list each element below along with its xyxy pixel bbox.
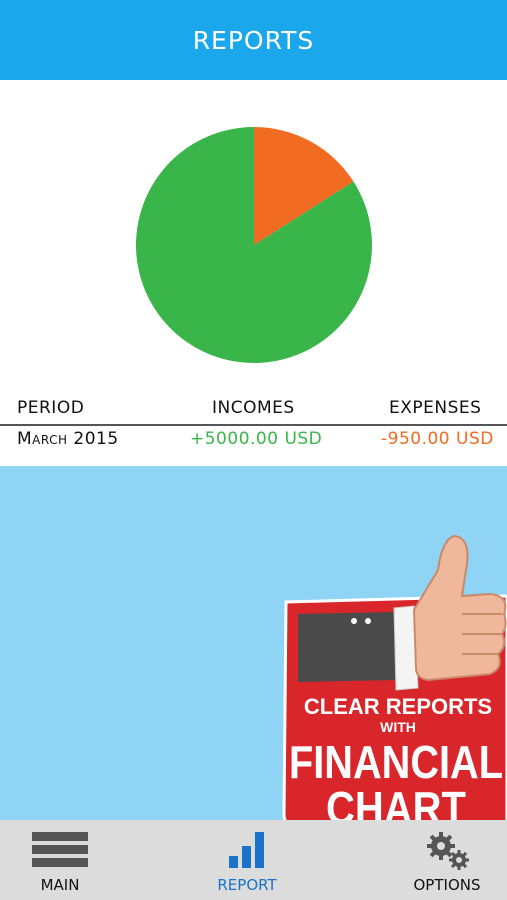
incomes-cell: +5000.00 USD [190, 429, 323, 449]
promo-badge: CLEAR REPORTS WITH FINANCIAL CHART [282, 534, 507, 834]
nav-report[interactable]: REPORT [207, 820, 287, 900]
nav-main-label: MAIN [40, 876, 80, 894]
period-column-header: PERIOD [17, 398, 85, 418]
nav-report-label: REPORT [217, 876, 277, 894]
expenses-cell: -950.00 USD [381, 429, 494, 449]
table-row[interactable]: March 2015 +5000.00 USD -950.00 USD [0, 426, 507, 456]
menu-icon [32, 832, 88, 867]
app-header: REPORTS [0, 0, 507, 80]
bar-chart-icon [229, 832, 264, 868]
period-cell: March 2015 [17, 429, 119, 449]
table-header: PERIOD INCOMES EXPENSES [0, 396, 507, 424]
nav-main[interactable]: MAIN [20, 820, 100, 900]
page-title: REPORTS [192, 25, 315, 55]
bottom-nav: MAIN REPORT OPTIONS [0, 820, 507, 900]
promo-line-2: WITH [380, 719, 416, 735]
expenses-column-header: EXPENSES [389, 398, 482, 418]
nav-options-label: OPTIONS [413, 876, 481, 894]
promo-line-1: CLEAR REPORTS [304, 694, 492, 719]
nav-options[interactable]: OPTIONS [407, 820, 487, 900]
pie-chart [136, 127, 373, 363]
gears-icon [427, 832, 469, 870]
incomes-column-header: INCOMES [212, 398, 295, 418]
promo-line-3: FINANCIAL [289, 736, 503, 788]
